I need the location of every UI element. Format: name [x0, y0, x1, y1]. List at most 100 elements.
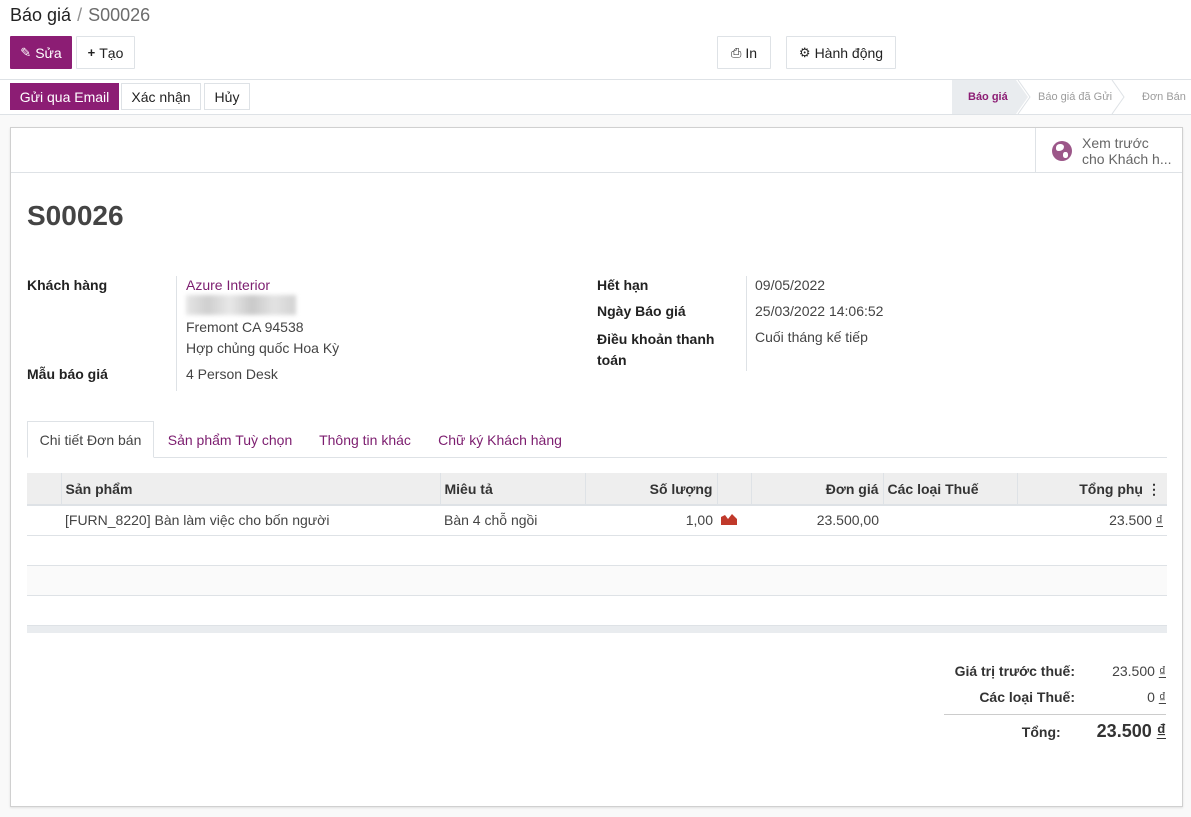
total-value: 23.500 ₫: [1097, 721, 1166, 742]
button-box: Xem trước cho Khách h...: [11, 128, 1182, 173]
col-header-forecast: [716, 473, 751, 506]
col-header-description[interactable]: Miêu tả: [439, 473, 585, 506]
customer-preview-button[interactable]: Xem trước cho Khách h...: [1035, 128, 1182, 173]
control-panel: Báo giá / S00026 ✎ Sửa + Tạo ⎙ In ⚙ Hành động: [0, 0, 1191, 80]
cell-product[interactable]: [FURN_8220] Bàn làm việc cho bốn người: [61, 505, 440, 536]
table-footer: [27, 625, 1167, 633]
customer-city: Fremont CA 94538: [186, 319, 304, 335]
globe-icon: [1052, 140, 1072, 161]
tab-optional-products[interactable]: Sản phẩm Tuỳ chọn: [157, 421, 303, 458]
tab-customer-signature[interactable]: Chữ ký Khách hàng: [427, 421, 573, 458]
tax-amount: 0: [1147, 689, 1155, 705]
empty-cell: [27, 565, 1167, 596]
edit-label: Sửa: [35, 44, 62, 61]
order-lines-table: Sản phẩm Miêu tả Số lượng Đơn giá Các lo…: [27, 473, 1167, 633]
customer-preview-label: Xem trước cho Khách h...: [1082, 135, 1172, 167]
confirm-button[interactable]: Xác nhận: [121, 83, 201, 110]
empty-cell: [27, 535, 1167, 566]
action-button[interactable]: ⚙ Hành động: [786, 36, 896, 69]
plus-icon: +: [87, 45, 96, 60]
totals-box: Giá trị trước thuế: 23.500 ₫ Các loại Th…: [944, 658, 1166, 744]
action-label: Hành động: [814, 44, 884, 61]
field-divider-left: [176, 276, 177, 391]
optional-columns-icon[interactable]: ⋮: [1147, 481, 1161, 498]
empty-cell: [27, 595, 1167, 626]
breadcrumb-current: S00026: [88, 5, 151, 25]
payment-terms-label-line2: toán: [597, 352, 627, 368]
handle-column-header: [27, 473, 61, 506]
quote-date-value[interactable]: 25/03/2022 14:06:52: [755, 303, 883, 319]
tab-order-lines[interactable]: Chi tiết Đơn bán: [27, 421, 154, 458]
cell-unit-price[interactable]: 23.500,00: [751, 505, 883, 536]
cell-quantity[interactable]: 1,00: [585, 505, 717, 536]
cancel-button[interactable]: Hủy: [204, 83, 250, 110]
payment-terms-label-line1: Điều khoản thanh: [597, 331, 715, 347]
breadcrumb: Báo giá / S00026: [10, 5, 150, 26]
area-chart-icon[interactable]: [721, 513, 737, 526]
col-header-taxes[interactable]: Các loại Thuế: [882, 473, 1017, 506]
stage-quotation[interactable]: Báo giá: [968, 80, 1008, 114]
col-header-subtotal[interactable]: Tổng phụ ⋮: [1016, 473, 1167, 506]
cell-subtotal-amount: 23.500: [1109, 512, 1152, 529]
empty-row: [27, 595, 1167, 626]
form-sheet: Xem trước cho Khách h... S00026 Khách hà…: [10, 127, 1183, 807]
table-row[interactable]: [FURN_8220] Bàn làm việc cho bốn người B…: [27, 505, 1167, 536]
payment-terms-value[interactable]: Cuối tháng kế tiếp: [755, 329, 868, 345]
cell-subtotal: 23.500 ₫: [1017, 505, 1167, 536]
total-row: Tổng: 23.500 ₫: [944, 714, 1166, 744]
expiration-label: Hết hạn: [597, 277, 649, 293]
breadcrumb-parent[interactable]: Báo giá: [10, 5, 71, 25]
quote-date-label: Ngày Báo giá: [597, 303, 686, 319]
currency-symbol: ₫: [1158, 689, 1166, 705]
print-label: In: [745, 44, 758, 61]
customer-street-redacted: [186, 295, 296, 315]
untaxed-value: 23.500 ₫: [1111, 663, 1166, 679]
template-label: Mẫu báo giá: [27, 366, 108, 382]
tax-value: 0 ₫: [1111, 689, 1166, 705]
customer-label: Khách hàng: [27, 277, 108, 293]
print-button[interactable]: ⎙ In: [717, 36, 771, 69]
create-label: Tạo: [99, 44, 124, 61]
tab-other-info[interactable]: Thông tin khác: [307, 421, 423, 458]
stage-sales-order[interactable]: Đơn Bán: [1142, 80, 1186, 114]
create-button[interactable]: + Tạo: [76, 36, 135, 69]
empty-row: [27, 535, 1167, 566]
stage-quotation-sent[interactable]: Báo giá đã Gửi: [1038, 80, 1112, 114]
cell-forecast[interactable]: [717, 505, 751, 536]
record-title: S00026: [27, 200, 124, 231]
template-value[interactable]: 4 Person Desk: [186, 366, 278, 382]
total-amount: 23.500: [1096, 721, 1152, 741]
pencil-icon: ✎: [20, 44, 32, 60]
customer-country: Hợp chủng quốc Hoa Kỳ: [186, 340, 340, 356]
col-header-unit-price[interactable]: Đơn giá: [750, 473, 883, 506]
customer-preview-line2: cho Khách h...: [1082, 150, 1172, 167]
print-icon: ⎙: [730, 44, 742, 60]
currency-symbol: ₫: [1158, 663, 1166, 679]
payment-terms-label: Điều khoản thanh toán: [597, 329, 714, 371]
footer-cell: [27, 625, 1167, 633]
expiration-value[interactable]: 09/05/2022: [755, 277, 825, 293]
cell-taxes[interactable]: [883, 505, 1017, 536]
col-header-quantity[interactable]: Số lượng: [584, 473, 717, 506]
currency-symbol: ₫: [1156, 721, 1166, 741]
status-bar: Gửi qua Email Xác nhận Hủy Báo giá Báo g…: [0, 80, 1191, 115]
edit-button[interactable]: ✎ Sửa: [10, 36, 72, 69]
customer-link[interactable]: Azure Interior: [186, 277, 270, 293]
tax-label: Các loại Thuế:: [979, 689, 1075, 705]
untaxed-label: Giá trị trước thuế:: [954, 663, 1075, 679]
col-header-subtotal-label: Tổng phụ: [1079, 480, 1143, 497]
untaxed-amount: 23.500: [1112, 663, 1155, 679]
send-email-button[interactable]: Gửi qua Email: [10, 83, 119, 110]
breadcrumb-separator: /: [77, 5, 83, 25]
tax-row: Các loại Thuế: 0 ₫: [944, 684, 1166, 710]
currency-symbol: ₫: [1155, 512, 1163, 529]
gear-icon: ⚙: [798, 44, 811, 60]
cell-description[interactable]: Bàn 4 chỗ ngồi: [440, 505, 585, 536]
col-header-product[interactable]: Sản phẩm: [60, 473, 440, 506]
row-handle: [27, 505, 61, 536]
empty-row: [27, 565, 1167, 596]
notebook-tabs: Chi tiết Đơn bán Sản phẩm Tuỳ chọn Thông…: [27, 421, 1167, 458]
untaxed-row: Giá trị trước thuế: 23.500 ₫: [944, 658, 1166, 684]
field-divider-right: [746, 276, 747, 371]
customer-preview-line1: Xem trước: [1082, 134, 1149, 151]
